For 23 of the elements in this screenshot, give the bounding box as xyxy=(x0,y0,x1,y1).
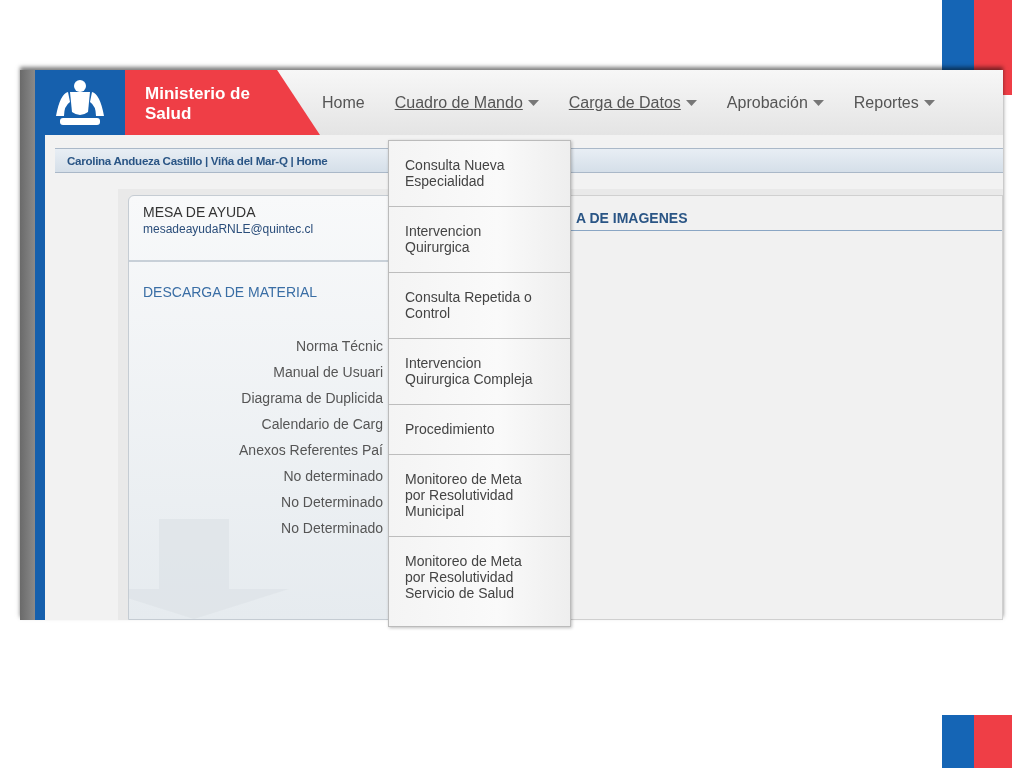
help-title: MESA DE AYUDA xyxy=(143,204,257,220)
menu-item[interactable]: Monitoreo de Meta por Resolutividad Servicio de Salud xyxy=(389,537,570,618)
download-link[interactable]: Anexos Referentes Paí xyxy=(239,442,383,459)
nav-link[interactable]: Carga de Datos xyxy=(568,93,697,112)
download-link[interactable]: Norma Técnic xyxy=(296,338,383,355)
nav-link[interactable]: Home xyxy=(322,93,365,112)
menu-item[interactable]: Consulta Repetida o Control xyxy=(389,273,570,339)
nav-link[interactable]: Cuadro de Mando xyxy=(394,93,539,112)
download-link[interactable]: No determinado xyxy=(283,468,383,485)
download-link[interactable]: No Determinado xyxy=(281,494,383,511)
menu-item[interactable]: Intervencion Quirurgica Compleja xyxy=(389,339,570,405)
menu-item[interactable]: Procedimiento xyxy=(389,405,570,455)
menu-item[interactable]: Monitoreo de Meta por Resolutividad Municipal xyxy=(389,455,570,537)
flag-stripes-icon xyxy=(942,715,1012,768)
menu-item[interactable]: Intervencion Quirurgica xyxy=(389,207,570,273)
download-link[interactable]: No Determinado xyxy=(281,520,383,537)
download-link[interactable]: Manual de Usuari xyxy=(273,364,383,381)
nav-link[interactable]: Aprobación xyxy=(726,93,824,112)
download-link[interactable]: Diagrama de Duplicida xyxy=(241,390,383,407)
download-link[interactable]: Calendario de Carg xyxy=(261,416,383,433)
menu-item[interactable]: Consulta Nueva Especialidad xyxy=(389,141,570,207)
nav-link[interactable]: Reportes xyxy=(853,93,935,112)
ministry-name: Ministerio de Salud xyxy=(145,84,251,124)
